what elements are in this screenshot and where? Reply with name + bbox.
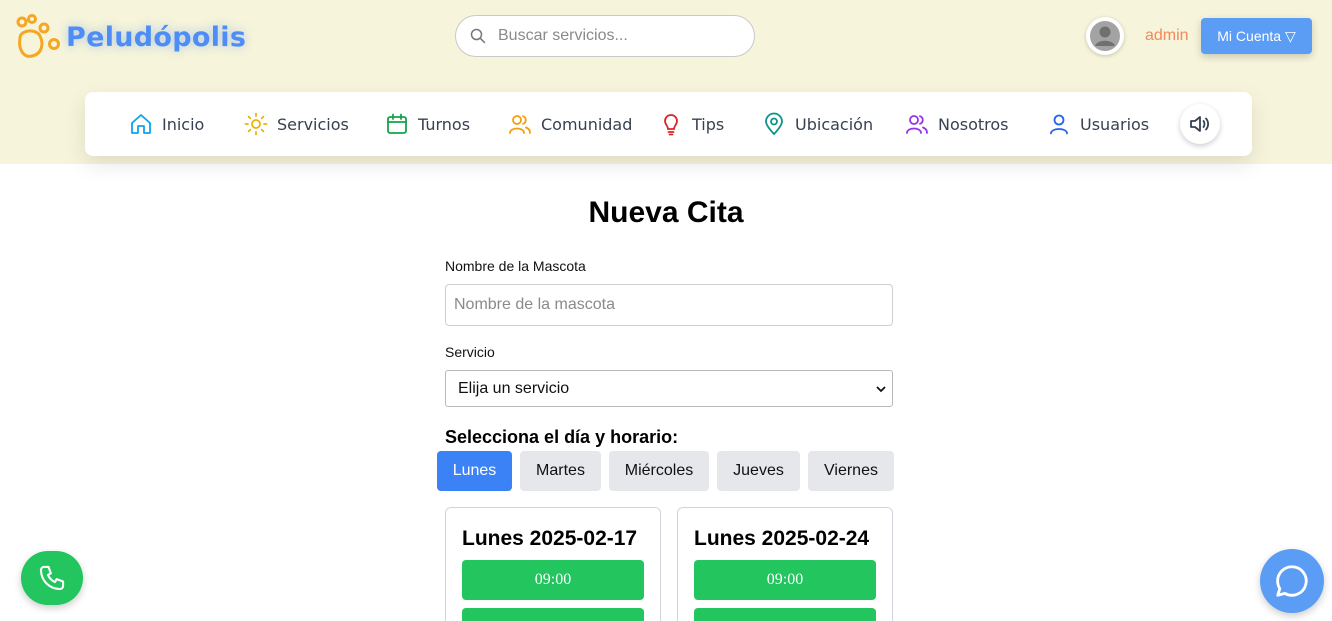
speaker-icon [1190,116,1209,132]
day-tab-miercoles[interactable]: Miércoles [609,451,709,491]
time-slot-button[interactable]: 09:00 [462,560,644,600]
users-icon [509,115,531,134]
date-card-title: Lunes 2025-02-17 [462,527,638,550]
avatar[interactable] [1086,17,1124,55]
nav-item-tips[interactable]: Tips [659,92,724,156]
date-card: Lunes 2025-02-24 09:00 [677,507,893,621]
phone-icon [39,565,65,591]
nav-label: Servicios [277,114,349,134]
nav-label: Usuarios [1080,114,1150,134]
user-icon [1050,114,1068,135]
team-icon [906,115,928,134]
nav-item-ubicacion[interactable]: Ubicación [762,92,873,156]
nav-item-comunidad[interactable]: Comunidad [508,92,632,156]
avatar-icon [1090,21,1120,51]
time-slot-button[interactable]: 09:00 [694,560,876,600]
time-slot-button[interactable] [694,608,876,621]
service-select-value: Elija un servicio [458,379,570,397]
lightbulb-icon [664,114,678,136]
nav-item-nosotros[interactable]: Nosotros [905,92,1009,156]
paw-icon [16,14,60,58]
nav-label: Ubicación [795,114,874,134]
date-card-title: Lunes 2025-02-24 [694,527,870,550]
home-icon [131,114,151,134]
phone-button[interactable] [21,551,83,605]
pet-name-input[interactable] [445,284,893,326]
search-icon [470,28,486,44]
nav-label: Turnos [418,114,471,134]
chevron-down-icon [876,386,886,393]
nav-label: Inicio [162,114,205,134]
calendar-icon [387,113,407,134]
nav-label: Tips [692,114,725,134]
nav-item-servicios[interactable]: Servicios [244,92,349,156]
map-pin-icon [765,112,783,136]
chat-icon [1276,565,1308,597]
day-tab-viernes[interactable]: Viernes [808,451,894,491]
date-card: Lunes 2025-02-17 09:00 [445,507,661,621]
pet-name-label: Nombre de la Mascota [445,258,586,274]
schedule-title: Selecciona el día y horario: [445,427,679,447]
logo-text: Peludópolis [66,21,247,53]
day-tab-jueves[interactable]: Jueves [717,451,800,491]
nav-item-turnos[interactable]: Turnos [385,92,470,156]
day-tab-martes[interactable]: Martes [520,451,601,491]
nav-item-inicio[interactable]: Inicio [129,92,204,156]
time-slot-button[interactable] [462,608,644,621]
logo[interactable]: Peludópolis [14,14,246,60]
search-input[interactable] [498,27,738,45]
day-tab-lunes[interactable]: Lunes [437,451,512,491]
page-title: Nueva Cita [588,196,744,229]
nav-item-usuarios[interactable]: Usuarios [1047,92,1149,156]
speaker-button[interactable] [1180,104,1220,144]
chat-button[interactable] [1260,549,1324,613]
nav-label: Comunidad [541,114,633,134]
service-label: Servicio [445,344,495,360]
main-navbar: Inicio Servicios Turnos Comunidad Tips U… [85,92,1252,156]
service-select[interactable]: Elija un servicio [445,370,893,407]
search-bar[interactable] [455,15,755,57]
sun-icon [244,112,268,136]
username[interactable]: admin [1145,27,1189,45]
nav-label: Nosotros [938,114,1009,134]
my-account-button[interactable]: Mi Cuenta ▽ [1201,18,1312,54]
